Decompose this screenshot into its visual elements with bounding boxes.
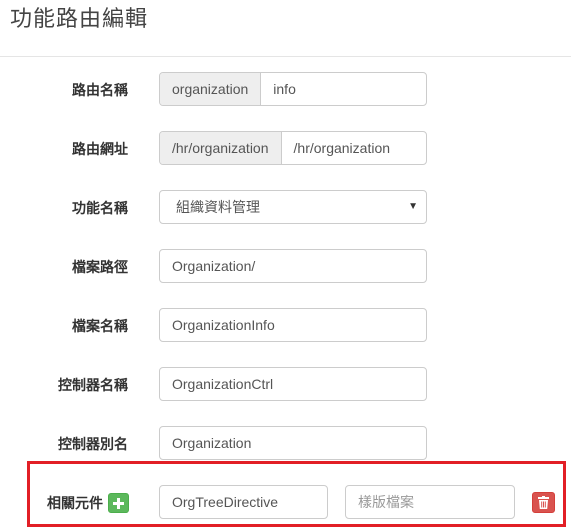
file-path-row: 檔案路徑 Organization/ [0, 249, 571, 285]
route-name-row: 路由名稱 organization info [0, 72, 571, 108]
function-name-select[interactable]: 組織資料管理 ▼ [159, 190, 427, 224]
add-component-button[interactable] [108, 493, 129, 513]
controller-alias-input[interactable]: Organization [159, 426, 427, 460]
chevron-down-icon: ▼ [408, 201, 418, 212]
route-name-label: 路由名稱 [72, 82, 128, 98]
controller-alias-label: 控制器別名 [58, 436, 128, 452]
file-name-input[interactable]: OrganizationInfo [159, 308, 427, 342]
file-name-row: 檔案名稱 OrganizationInfo [0, 308, 571, 344]
page-title: 功能路由編輯 [10, 6, 149, 31]
route-url-row: 路由網址 /hr/organization /hr/organization [0, 131, 571, 167]
function-name-label: 功能名稱 [72, 200, 128, 216]
file-name-label: 檔案名稱 [72, 318, 128, 334]
delete-component-button[interactable] [532, 492, 555, 513]
controller-alias-row: 控制器別名 Organization [0, 426, 571, 462]
controller-name-label: 控制器名稱 [58, 377, 128, 393]
route-url-label: 路由網址 [72, 141, 128, 157]
header-divider [0, 56, 571, 57]
route-url-prefix: /hr/organization [160, 132, 282, 164]
controller-name-input[interactable]: OrganizationCtrl [159, 367, 427, 401]
route-name-input[interactable]: info [261, 73, 426, 105]
controller-name-row: 控制器名稱 OrganizationCtrl [0, 367, 571, 403]
route-url-input[interactable]: /hr/organization [282, 132, 426, 164]
route-name-input-group[interactable]: organization info [159, 72, 427, 106]
file-path-input[interactable]: Organization/ [159, 249, 427, 283]
components-label: 相關元件 [47, 495, 103, 511]
component-template-input[interactable]: 樣版檔案 [345, 485, 515, 519]
component-name-input[interactable]: OrgTreeDirective [159, 485, 328, 519]
route-name-prefix: organization [160, 73, 262, 105]
file-path-label: 檔案路徑 [72, 259, 128, 275]
function-name-row: 功能名稱 組織資料管理 ▼ [0, 190, 571, 226]
trash-icon [538, 496, 549, 509]
function-name-selected: 組織資料管理 [176, 199, 260, 215]
route-url-input-group[interactable]: /hr/organization /hr/organization [159, 131, 427, 165]
